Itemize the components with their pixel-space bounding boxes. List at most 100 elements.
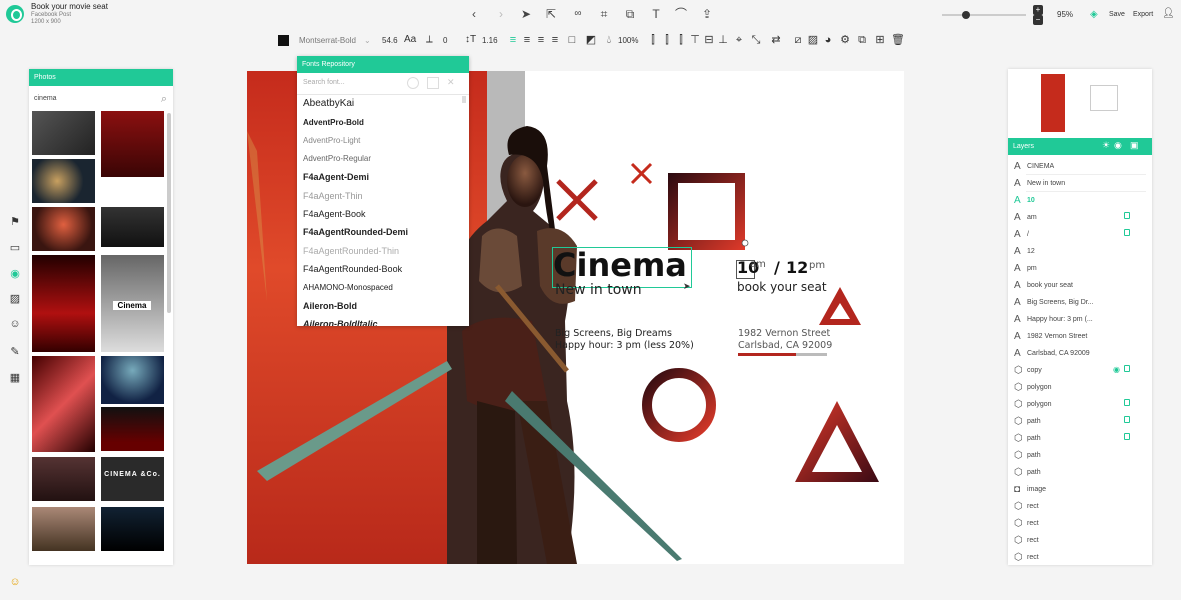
layer-row[interactable]: ⬡ polygon — [1008, 396, 1152, 413]
export-button[interactable]: Export — [1133, 11, 1153, 18]
select-pointer-icon[interactable]: ➤ — [518, 7, 534, 21]
layer-row[interactable]: ⬡ rect — [1008, 515, 1152, 532]
font-item[interactable]: F4aAgent-Book — [303, 209, 366, 219]
layer-row[interactable]: A New in town — [1008, 175, 1152, 192]
layer-row[interactable]: A Carlsbad, CA 92009 — [1008, 345, 1152, 362]
square-shape[interactable] — [668, 173, 745, 250]
lock-icon[interactable] — [1124, 212, 1130, 219]
align-right-edge-icon[interactable]: ⫿ — [675, 34, 687, 46]
font-item[interactable]: F4aAgent-Demi — [303, 172, 369, 182]
swap-icon[interactable]: ⇄ — [770, 34, 782, 46]
font-item[interactable]: F4aAgent-Thin — [303, 191, 363, 201]
share-icon[interactable]: ⇪ — [699, 7, 715, 21]
lock-icon[interactable] — [1124, 433, 1130, 440]
crop-icon[interactable]: ⌗ — [596, 7, 612, 21]
chevron-down-icon[interactable]: ⌄ — [364, 35, 371, 47]
font-family-select[interactable]: Montserrat-Bold — [299, 35, 356, 47]
align-hcenter-icon[interactable]: ⫿ — [661, 34, 673, 46]
photos-search-input[interactable]: cinema — [34, 95, 57, 102]
x-mark-small[interactable] — [630, 162, 653, 185]
template-icon[interactable]: ▭ — [8, 241, 22, 255]
align-top-icon[interactable]: ⊤ — [689, 34, 701, 46]
emoji-icon[interactable]: ☺ — [8, 318, 22, 332]
font-item[interactable]: F4aAgentRounded-Book — [303, 264, 402, 274]
layers-settings-icon[interactable]: ☀︎ — [1102, 140, 1110, 151]
settings-icon[interactable]: ⚙︎ — [839, 34, 851, 46]
lock-icon[interactable] — [1124, 416, 1130, 423]
arc-icon[interactable]: ⌒ — [673, 7, 689, 21]
resize-handle[interactable] — [741, 239, 749, 247]
canvas-subtitle[interactable]: New in town — [555, 282, 642, 298]
trash-icon[interactable]: 🗑︎ — [891, 34, 905, 46]
layer-row[interactable]: ⬡ path — [1008, 447, 1152, 464]
address-bar-red[interactable] — [738, 353, 796, 356]
box-icon[interactable]: □ — [566, 34, 578, 46]
image-icon[interactable]: ▨ — [807, 34, 819, 46]
layer-row[interactable]: ⬡ rect — [1008, 498, 1152, 515]
link-icon[interactable]: ∞ — [570, 7, 586, 21]
font-item[interactable]: Aileron-BoldItalic — [303, 319, 378, 326]
layer-row[interactable]: A / — [1008, 226, 1152, 243]
layer-row[interactable]: Abook your seat — [1008, 277, 1152, 294]
opacity-icon[interactable]: 💧︎ — [603, 34, 615, 46]
canvas-address-1[interactable]: 1982 Vernon Street — [738, 328, 830, 339]
canvas-pm[interactable]: pm — [809, 260, 825, 271]
canvas-book-seat[interactable]: book your seat — [737, 280, 827, 294]
font-item[interactable]: Aileron-Bold — [303, 301, 357, 311]
canvas-time-end[interactable]: 12 — [786, 258, 808, 277]
text-tool-icon[interactable]: T — [648, 7, 664, 21]
layer-row[interactable]: ⬡ polygon — [1008, 379, 1152, 396]
checker-icon[interactable]: ▦ — [8, 371, 22, 385]
pattern-icon[interactable]: ▨ — [8, 292, 22, 306]
canvas-address-2[interactable]: Carlsbad, CA 92009 — [738, 340, 832, 351]
photo-thumb[interactable] — [32, 507, 95, 551]
x-mark-large[interactable] — [556, 179, 598, 221]
font-item[interactable]: F4aAgentRounded-Demi — [303, 227, 408, 237]
flip-icon[interactable]: ⧄ — [792, 34, 804, 46]
address-bar-grey[interactable] — [796, 353, 827, 356]
font-search-input[interactable]: Search font... — [303, 79, 345, 86]
photo-thumb[interactable] — [32, 111, 95, 155]
canvas-tagline-1[interactable]: Big Screens, Big Dreams — [555, 328, 672, 339]
eye-icon[interactable]: ◉ — [1113, 365, 1120, 374]
photo-thumb[interactable] — [101, 111, 164, 177]
font-item[interactable]: AbeatbyKai — [303, 98, 354, 109]
photo-thumb[interactable]: Cinema — [101, 255, 164, 352]
photo-thumb[interactable] — [32, 159, 95, 203]
align-left-icon[interactable]: ≡ — [507, 34, 519, 46]
direct-select-icon[interactable]: ⇱ — [543, 7, 559, 21]
layer-row[interactable]: A Big Screens, Big Dr... — [1008, 294, 1152, 311]
contrast-icon[interactable]: ◩ — [585, 34, 597, 46]
photo-thumb[interactable]: CINEMA &Co. — [101, 457, 164, 501]
search-icon[interactable]: ⌕ — [161, 93, 167, 106]
align-right-icon[interactable]: ≡ — [535, 34, 547, 46]
layer-row[interactable]: ⬡ copy ◉ — [1008, 362, 1152, 379]
layer-row[interactable]: ⬡ path — [1008, 464, 1152, 481]
photo-thumb[interactable] — [101, 407, 164, 451]
palette-icon[interactable]: ◕ — [822, 34, 834, 46]
photo-thumb[interactable] — [32, 207, 95, 251]
layer-row[interactable]: ⬡ rect — [1008, 549, 1152, 566]
align-bottom-icon[interactable]: ⊥ — [717, 34, 729, 46]
user-icon[interactable]: 👤︎ — [1162, 8, 1175, 19]
brush-icon[interactable]: ✎ — [8, 345, 22, 359]
letter-spacing-input[interactable]: 0 — [443, 35, 447, 47]
layers-stack-icon[interactable]: ◈ — [1090, 9, 1098, 20]
fonts-scrollbar[interactable] — [462, 96, 466, 103]
text-color-swatch[interactable] — [278, 35, 289, 46]
pin-icon[interactable]: ⌖ — [733, 34, 745, 46]
layer-row[interactable]: ⬡ rect — [1008, 532, 1152, 549]
photo-thumb[interactable] — [32, 255, 95, 352]
preview-overlay-thumbnail[interactable] — [1090, 85, 1118, 111]
layers-visibility-icon[interactable]: ◉ — [1114, 140, 1122, 151]
duplicate-icon[interactable]: ⧉ — [856, 34, 868, 46]
font-item[interactable]: AdventPro-Light — [303, 136, 360, 145]
save-button[interactable]: Save — [1109, 11, 1125, 18]
align-vcenter-icon[interactable]: ⊟ — [703, 34, 715, 46]
photo-thumb[interactable] — [101, 507, 164, 551]
zoom-in-button[interactable]: + — [1033, 5, 1043, 15]
canvas-slash[interactable]: / — [774, 258, 780, 277]
canvas-am[interactable]: am — [750, 259, 766, 270]
font-filter-icon[interactable] — [427, 77, 439, 89]
line-height-input[interactable]: 1.16 — [482, 35, 498, 47]
